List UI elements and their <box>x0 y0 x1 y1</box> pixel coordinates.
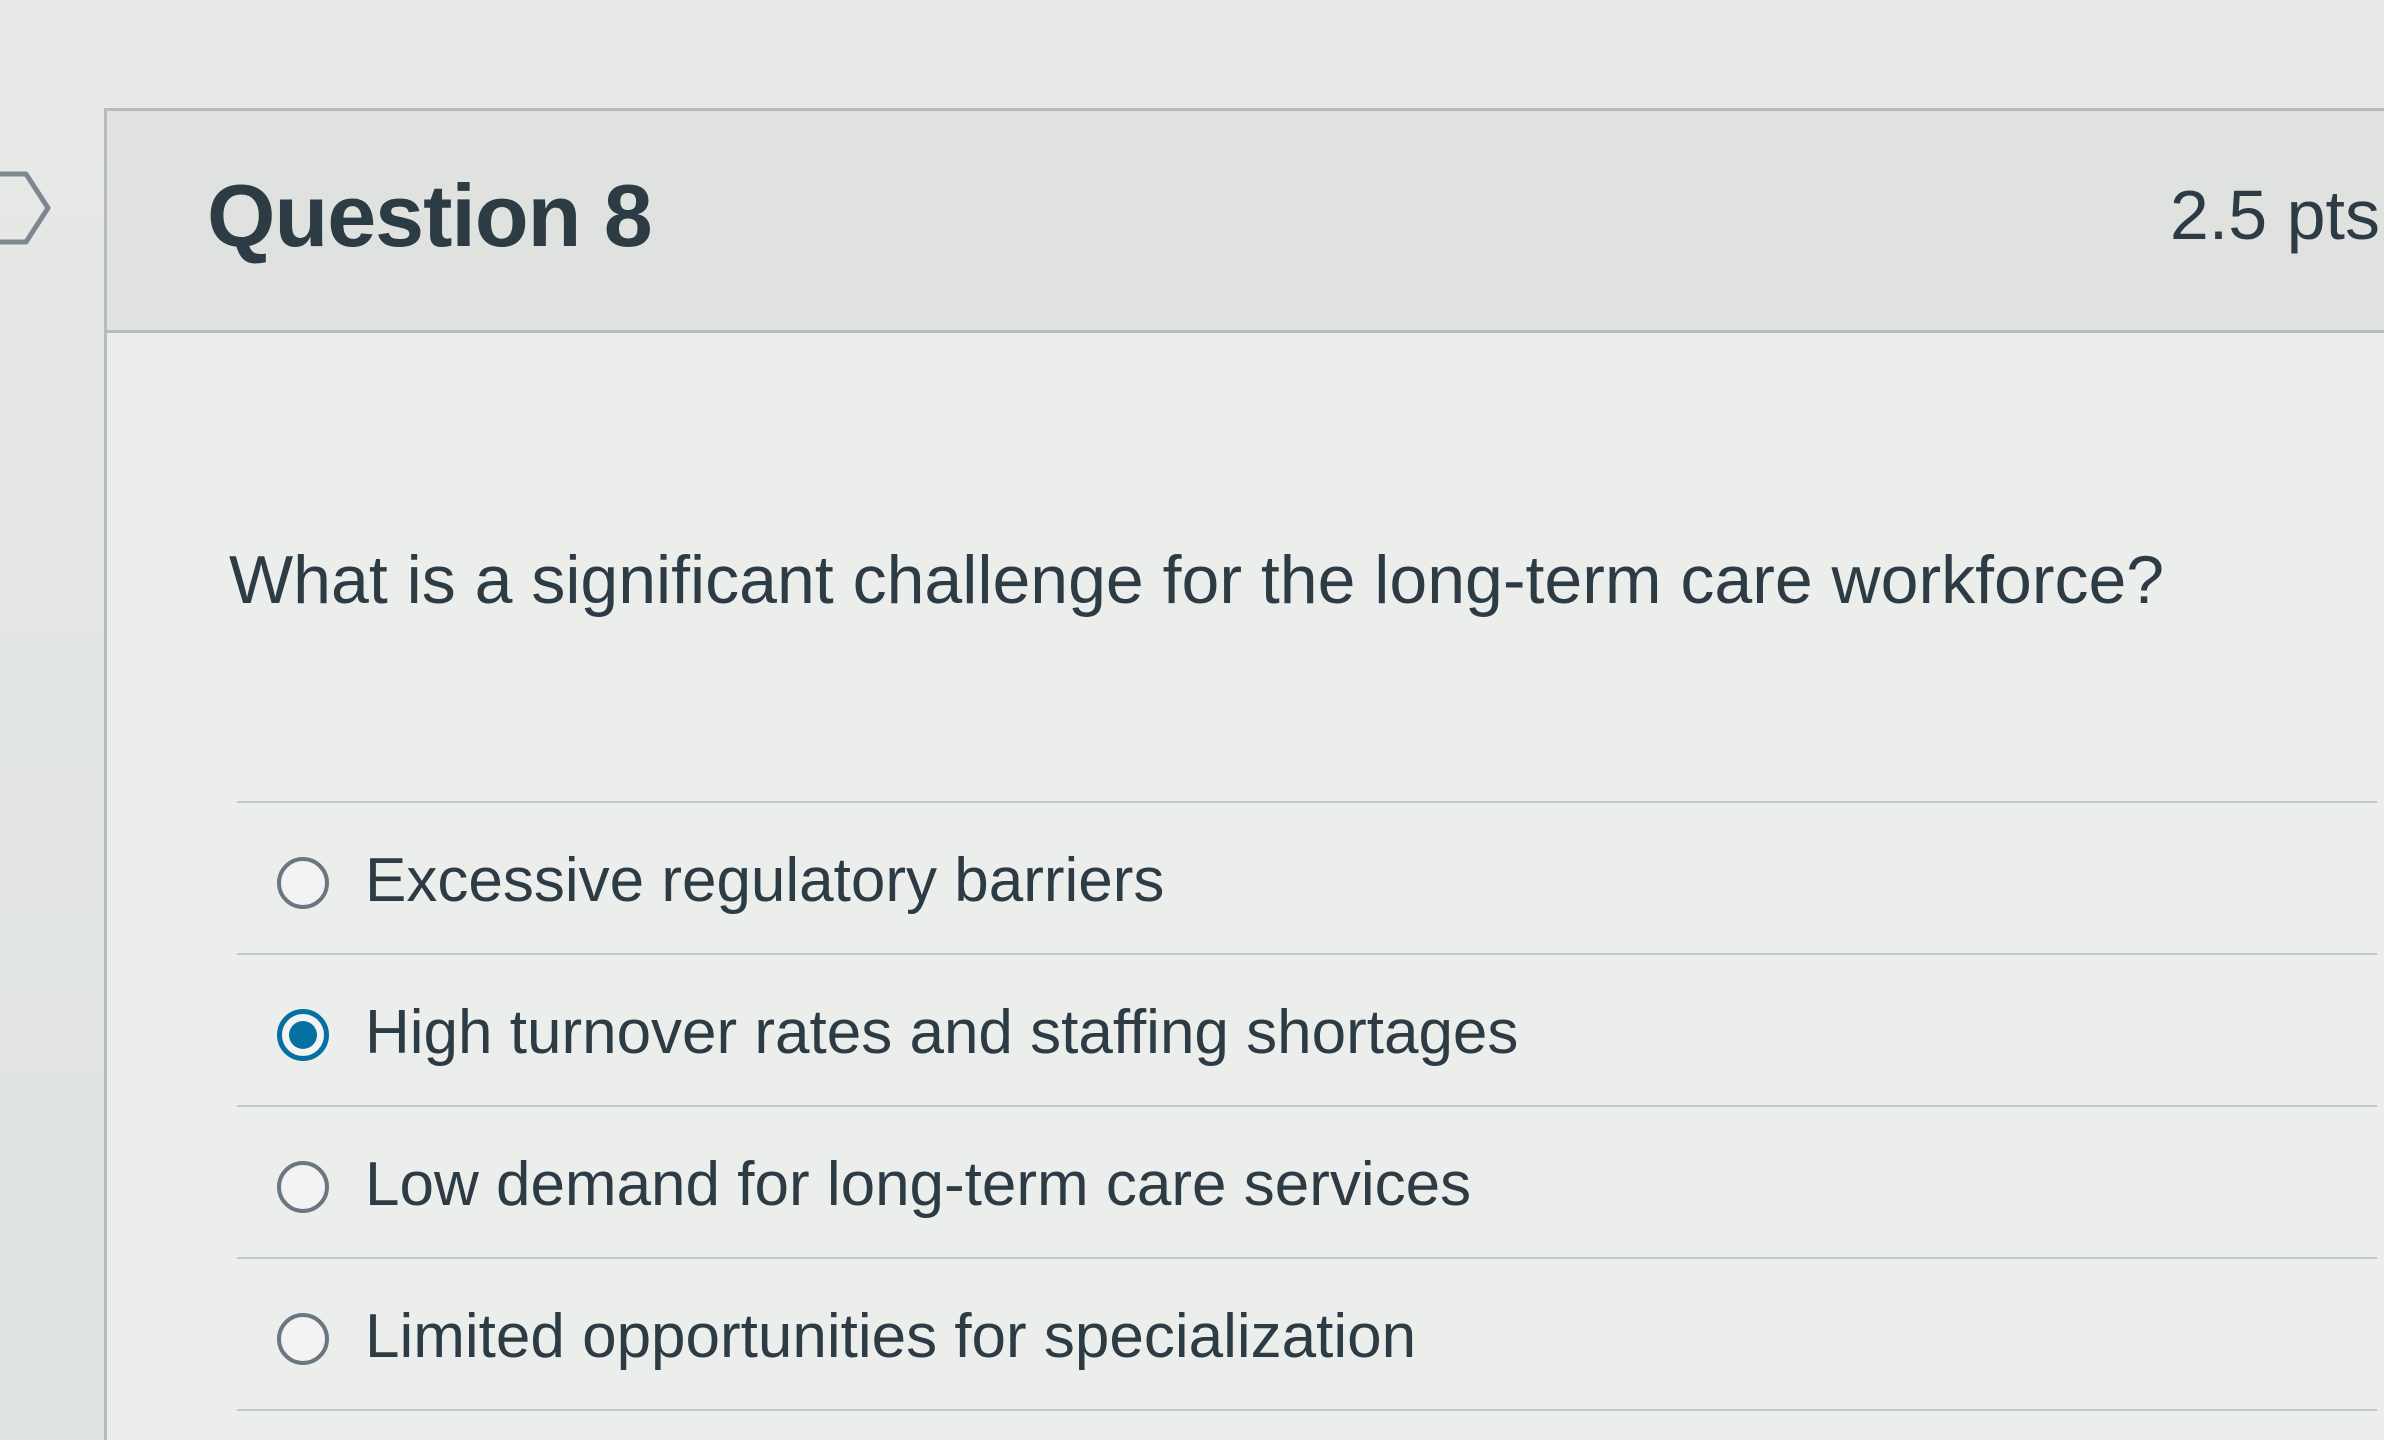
radio-button[interactable] <box>277 1161 329 1213</box>
question-card: Question 8 2.5 pts What is a significant… <box>104 108 2384 1440</box>
answer-option[interactable]: High turnover rates and staffing shortag… <box>237 955 2377 1107</box>
answer-label[interactable]: Low demand for long-term care services <box>365 1149 1471 1220</box>
answer-label[interactable]: Limited opportunities for specialization <box>365 1301 1416 1372</box>
flag-icon[interactable] <box>0 170 52 246</box>
answer-option[interactable]: Low demand for long-term care services <box>237 1107 2377 1259</box>
answer-label[interactable]: High turnover rates and staffing shortag… <box>365 997 1518 1068</box>
question-points: 2.5 pts <box>2169 176 2380 254</box>
radio-button-selected[interactable] <box>277 1009 329 1061</box>
answer-label[interactable]: Excessive regulatory barriers <box>365 845 1164 916</box>
radio-button[interactable] <box>277 1313 329 1365</box>
question-header: Question 8 2.5 pts <box>107 111 2384 333</box>
radio-button[interactable] <box>277 857 329 909</box>
answer-option[interactable]: Limited opportunities for specialization <box>237 1259 2377 1411</box>
quiz-page: Question 8 2.5 pts What is a significant… <box>0 0 2384 1440</box>
answer-option[interactable]: Excessive regulatory barriers <box>237 803 2377 955</box>
question-text: What is a significant challenge for the … <box>229 542 2165 618</box>
question-title: Question 8 <box>207 166 653 265</box>
answer-list: Excessive regulatory barriers High turno… <box>237 801 2377 1411</box>
